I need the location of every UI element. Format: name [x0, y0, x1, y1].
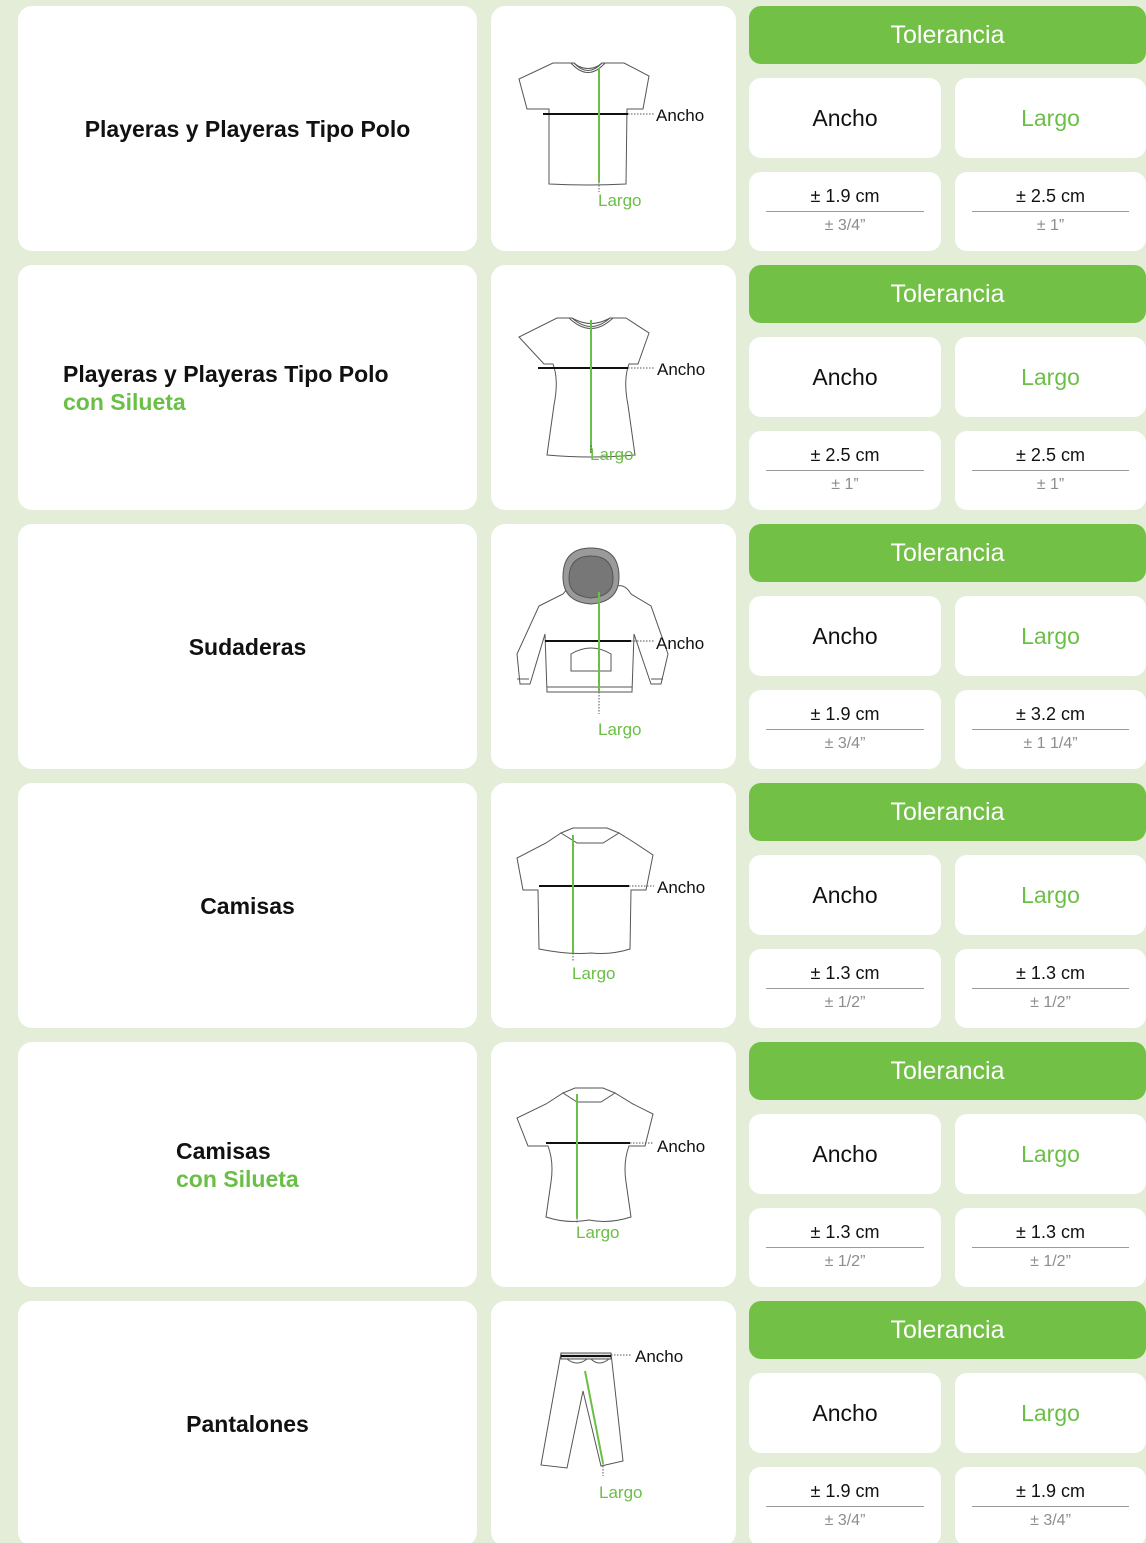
ancho-inch-value: ± 3/4” — [824, 217, 866, 234]
tshirt-icon: Ancho Largo — [518, 62, 704, 210]
pants-icon: Ancho Largo — [540, 1347, 683, 1502]
garment-row-playeras-silueta: Playeras y Playeras Tipo Polo con Siluet… — [0, 265, 1146, 512]
tolerance-table: Playeras y Playeras Tipo Polo Ancho Larg… — [0, 0, 1146, 1543]
diagram-ancho-label: Ancho — [635, 1347, 683, 1366]
largo-label: Largo — [955, 1114, 1146, 1194]
ancho-value-card: ± 1.9 cm ± 3/4” — [749, 1467, 941, 1543]
largo-inch-value: ± 1/2” — [1030, 994, 1071, 1011]
garment-row-pantalones: Pantalones Ancho Largo Tolerancia Ancho … — [0, 1301, 1146, 1543]
largo-value-card: ± 1.3 cm ± 1/2” — [955, 1208, 1146, 1287]
largo-label: Largo — [955, 337, 1146, 417]
ancho-label: Ancho — [749, 1114, 941, 1194]
ancho-label: Ancho — [749, 337, 941, 417]
largo-value-card: ± 1.3 cm ± 1/2” — [955, 949, 1146, 1028]
ancho-label: Ancho — [749, 1373, 941, 1453]
diagram-largo-label: Largo — [598, 720, 641, 739]
largo-label: Largo — [955, 78, 1146, 158]
tolerancia-header: Tolerancia — [749, 524, 1146, 582]
largo-inch-value: ± 1” — [1036, 476, 1065, 493]
largo-inch-value: ± 3/4” — [1030, 1512, 1071, 1529]
largo-inch-value: ± 1” — [1036, 217, 1065, 234]
diagram-largo-label: Largo — [599, 1483, 642, 1502]
ancho-value-card: ± 2.5 cm ± 1” — [749, 431, 941, 510]
garment-row-camisas-silueta: Camisas con Silueta Ancho Largo Toleranc… — [0, 1042, 1146, 1289]
largo-cm-value: ± 2.5 cm — [972, 445, 1129, 471]
tolerancia-header: Tolerancia — [749, 1301, 1146, 1359]
garment-diagram-card: Ancho Largo — [491, 524, 736, 769]
garment-variant: con Silueta — [176, 1165, 299, 1192]
garment-name: Pantalones — [186, 1410, 309, 1437]
garment-name-card: Sudaderas — [18, 524, 477, 769]
garment-name-card: Pantalones — [18, 1301, 477, 1543]
largo-value-card: ± 2.5 cm ± 1” — [955, 431, 1146, 510]
ancho-label: Ancho — [749, 855, 941, 935]
largo-inch-value: ± 1/2” — [1030, 1253, 1071, 1270]
diagram-largo-label: Largo — [576, 1223, 619, 1242]
ancho-cm-value: ± 1.9 cm — [766, 186, 924, 212]
garment-name-card: Camisas con Silueta — [18, 1042, 477, 1287]
fitted-shirt-icon: Ancho Largo — [516, 1087, 705, 1242]
largo-cm-value: ± 1.3 cm — [972, 963, 1129, 989]
tolerancia-header: Tolerancia — [749, 6, 1146, 64]
garment-name: Camisas — [176, 1137, 271, 1164]
diagram-ancho-label: Ancho — [657, 360, 705, 379]
ancho-inch-value: ± 1/2” — [824, 1253, 866, 1270]
ancho-cm-value: ± 2.5 cm — [766, 445, 924, 471]
garment-row-sudaderas: Sudaderas Ancho Largo Tolerancia Ancho L… — [0, 524, 1146, 771]
garment-name: Playeras y Playeras Tipo Polo — [84, 115, 411, 142]
diagram-ancho-label: Ancho — [656, 634, 704, 653]
largo-inch-value: ± 1 1/4” — [1023, 735, 1078, 752]
ancho-inch-value: ± 1/2” — [824, 994, 866, 1011]
ancho-cm-value: ± 1.9 cm — [766, 1481, 924, 1507]
tolerancia-header: Tolerancia — [749, 265, 1146, 323]
ancho-cm-value: ± 1.9 cm — [766, 704, 924, 730]
largo-label: Largo — [955, 855, 1146, 935]
ancho-inch-value: ± 3/4” — [824, 1512, 866, 1529]
ancho-inch-value: ± 1” — [831, 476, 859, 493]
diagram-largo-label: Largo — [598, 191, 641, 210]
largo-label: Largo — [955, 1373, 1146, 1453]
garment-diagram-card: Ancho Largo — [491, 1042, 736, 1287]
garment-name: Sudaderas — [188, 633, 307, 660]
diagram-ancho-label: Ancho — [657, 878, 705, 897]
ancho-value-card: ± 1.3 cm ± 1/2” — [749, 1208, 941, 1287]
largo-cm-value: ± 1.3 cm — [972, 1222, 1129, 1248]
hoodie-icon: Ancho Largo — [516, 547, 704, 739]
garment-name-card: Playeras y Playeras Tipo Polo — [18, 6, 477, 251]
ancho-cm-value: ± 1.3 cm — [766, 963, 924, 989]
fitted-tshirt-icon: Ancho Largo — [518, 317, 705, 464]
ancho-inch-value: ± 3/4” — [824, 735, 866, 752]
garment-name-card: Camisas — [18, 783, 477, 1028]
garment-diagram-card: Ancho Largo — [491, 265, 736, 510]
garment-diagram-card: Ancho Largo — [491, 6, 736, 251]
shirt-icon: Ancho Largo — [516, 827, 705, 983]
garment-variant: con Silueta — [63, 388, 186, 415]
garment-row-playeras: Playeras y Playeras Tipo Polo Ancho Larg… — [0, 6, 1146, 253]
diagram-largo-label: Largo — [590, 445, 633, 464]
tolerancia-header: Tolerancia — [749, 1042, 1146, 1100]
ancho-cm-value: ± 1.3 cm — [766, 1222, 924, 1248]
diagram-largo-label: Largo — [572, 964, 615, 983]
garment-name: Camisas — [200, 892, 295, 919]
garment-diagram-card: Ancho Largo — [491, 1301, 736, 1543]
garment-row-camisas: Camisas Ancho Largo Tolerancia Ancho Lar… — [0, 783, 1146, 1030]
tolerancia-header: Tolerancia — [749, 783, 1146, 841]
diagram-ancho-label: Ancho — [656, 106, 704, 125]
largo-cm-value: ± 3.2 cm — [972, 704, 1129, 730]
diagram-ancho-label: Ancho — [657, 1137, 705, 1156]
largo-value-card: ± 2.5 cm ± 1” — [955, 172, 1146, 251]
ancho-label: Ancho — [749, 596, 941, 676]
largo-cm-value: ± 1.9 cm — [972, 1481, 1129, 1507]
largo-value-card: ± 3.2 cm ± 1 1/4” — [955, 690, 1146, 769]
garment-name-card: Playeras y Playeras Tipo Polo con Siluet… — [18, 265, 477, 510]
largo-value-card: ± 1.9 cm ± 3/4” — [955, 1467, 1146, 1543]
largo-cm-value: ± 2.5 cm — [972, 186, 1129, 212]
ancho-label: Ancho — [749, 78, 941, 158]
largo-label: Largo — [955, 596, 1146, 676]
garment-diagram-card: Ancho Largo — [491, 783, 736, 1028]
ancho-value-card: ± 1.3 cm ± 1/2” — [749, 949, 941, 1028]
garment-name: Playeras y Playeras Tipo Polo — [63, 360, 389, 387]
ancho-value-card: ± 1.9 cm ± 3/4” — [749, 172, 941, 251]
ancho-value-card: ± 1.9 cm ± 3/4” — [749, 690, 941, 769]
